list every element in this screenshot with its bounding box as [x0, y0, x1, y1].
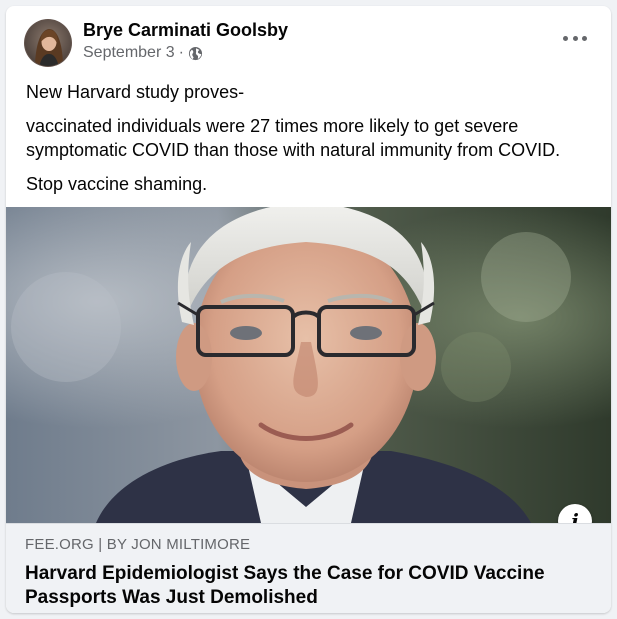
post-text-line: New Harvard study proves- — [26, 82, 245, 102]
post-text-line: vaccinated individuals were 27 times mor… — [26, 116, 561, 160]
avatar-image — [25, 20, 71, 66]
link-source: FEE.ORG | BY JON MILTIMORE — [25, 536, 251, 553]
post-text-line: Stop vaccine shaming. — [26, 174, 208, 194]
post-meta: September 3 · — [83, 44, 203, 62]
link-headline[interactable]: Harvard Epidemiologist Says the Case for… — [25, 562, 600, 610]
more-dot — [563, 35, 568, 41]
avatar[interactable] — [24, 19, 72, 67]
more-dot — [572, 35, 578, 41]
author-name[interactable]: Brye Carminati Goolsby — [83, 20, 288, 41]
post-date[interactable]: September 3 — [83, 44, 175, 62]
globe-icon[interactable] — [188, 46, 203, 61]
link-preview-footer[interactable]: FEE.ORG | BY JON MILTIMORE Harvard Epide… — [6, 523, 611, 613]
post-card: Brye Carminati Goolsby September 3 · New… — [6, 6, 611, 613]
link-preview-image[interactable] — [6, 207, 611, 523]
post-text: New Harvard study proves- vaccinated ind… — [26, 80, 596, 206]
more-options-icon[interactable] — [561, 28, 589, 48]
portrait-photo — [6, 207, 611, 523]
meta-separator: · — [178, 44, 184, 61]
more-dot — [582, 35, 587, 41]
post-header: Brye Carminati Goolsby September 3 · — [6, 6, 611, 76]
